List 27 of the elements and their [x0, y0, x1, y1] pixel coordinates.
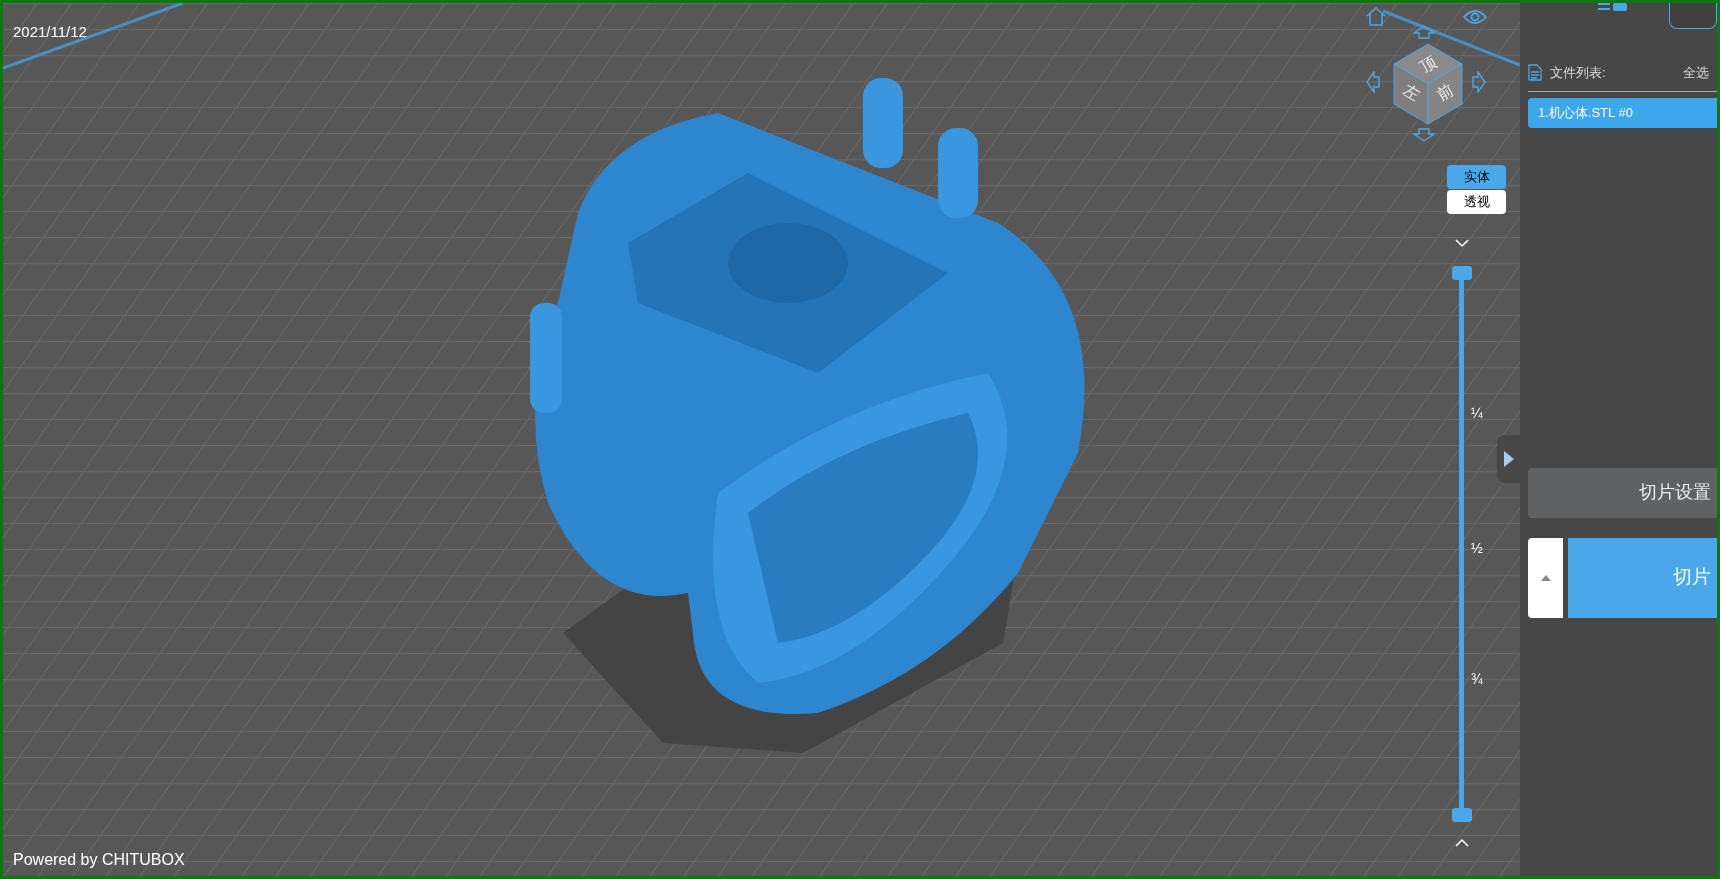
- menu-icon[interactable]: [1598, 3, 1628, 11]
- slider-mark-label: ¾: [1471, 670, 1483, 689]
- select-all-button[interactable]: 全选: [1683, 63, 1709, 83]
- file-list-title: 文件列表:: [1550, 64, 1606, 82]
- slider-mark-label: ¼: [1471, 404, 1483, 423]
- slider-mark-label: ½: [1471, 539, 1483, 558]
- arrow-down-icon[interactable]: [1413, 128, 1435, 142]
- tab-box[interactable]: [1669, 3, 1717, 29]
- slider-handle[interactable]: [1452, 266, 1472, 280]
- play-icon: [1504, 451, 1514, 467]
- arrow-left-icon[interactable]: [1366, 71, 1380, 93]
- date-label: 2021/11/12: [13, 22, 87, 42]
- caret-up-icon: [1540, 574, 1551, 581]
- eye-icon[interactable]: [1463, 9, 1487, 25]
- chevron-up-icon[interactable]: [1455, 838, 1469, 847]
- slider-handle[interactable]: [1452, 808, 1472, 822]
- home-icon[interactable]: [1365, 6, 1387, 26]
- footer-label: Powered by CHITUBOX: [13, 850, 185, 870]
- arrow-up-icon[interactable]: [1413, 25, 1435, 39]
- collapse-tab[interactable]: [1497, 435, 1520, 483]
- render-mode-button[interactable]: 透视: [1447, 190, 1506, 214]
- chevron-down-icon[interactable]: [1455, 239, 1469, 248]
- render-mode-button[interactable]: 实体: [1447, 165, 1506, 189]
- dropdown-button[interactable]: [1528, 537, 1563, 618]
- document-icon: [1528, 64, 1542, 82]
- slice-settings-button[interactable]: 切片设置: [1528, 467, 1717, 518]
- arrow-right-icon[interactable]: [1472, 71, 1486, 93]
